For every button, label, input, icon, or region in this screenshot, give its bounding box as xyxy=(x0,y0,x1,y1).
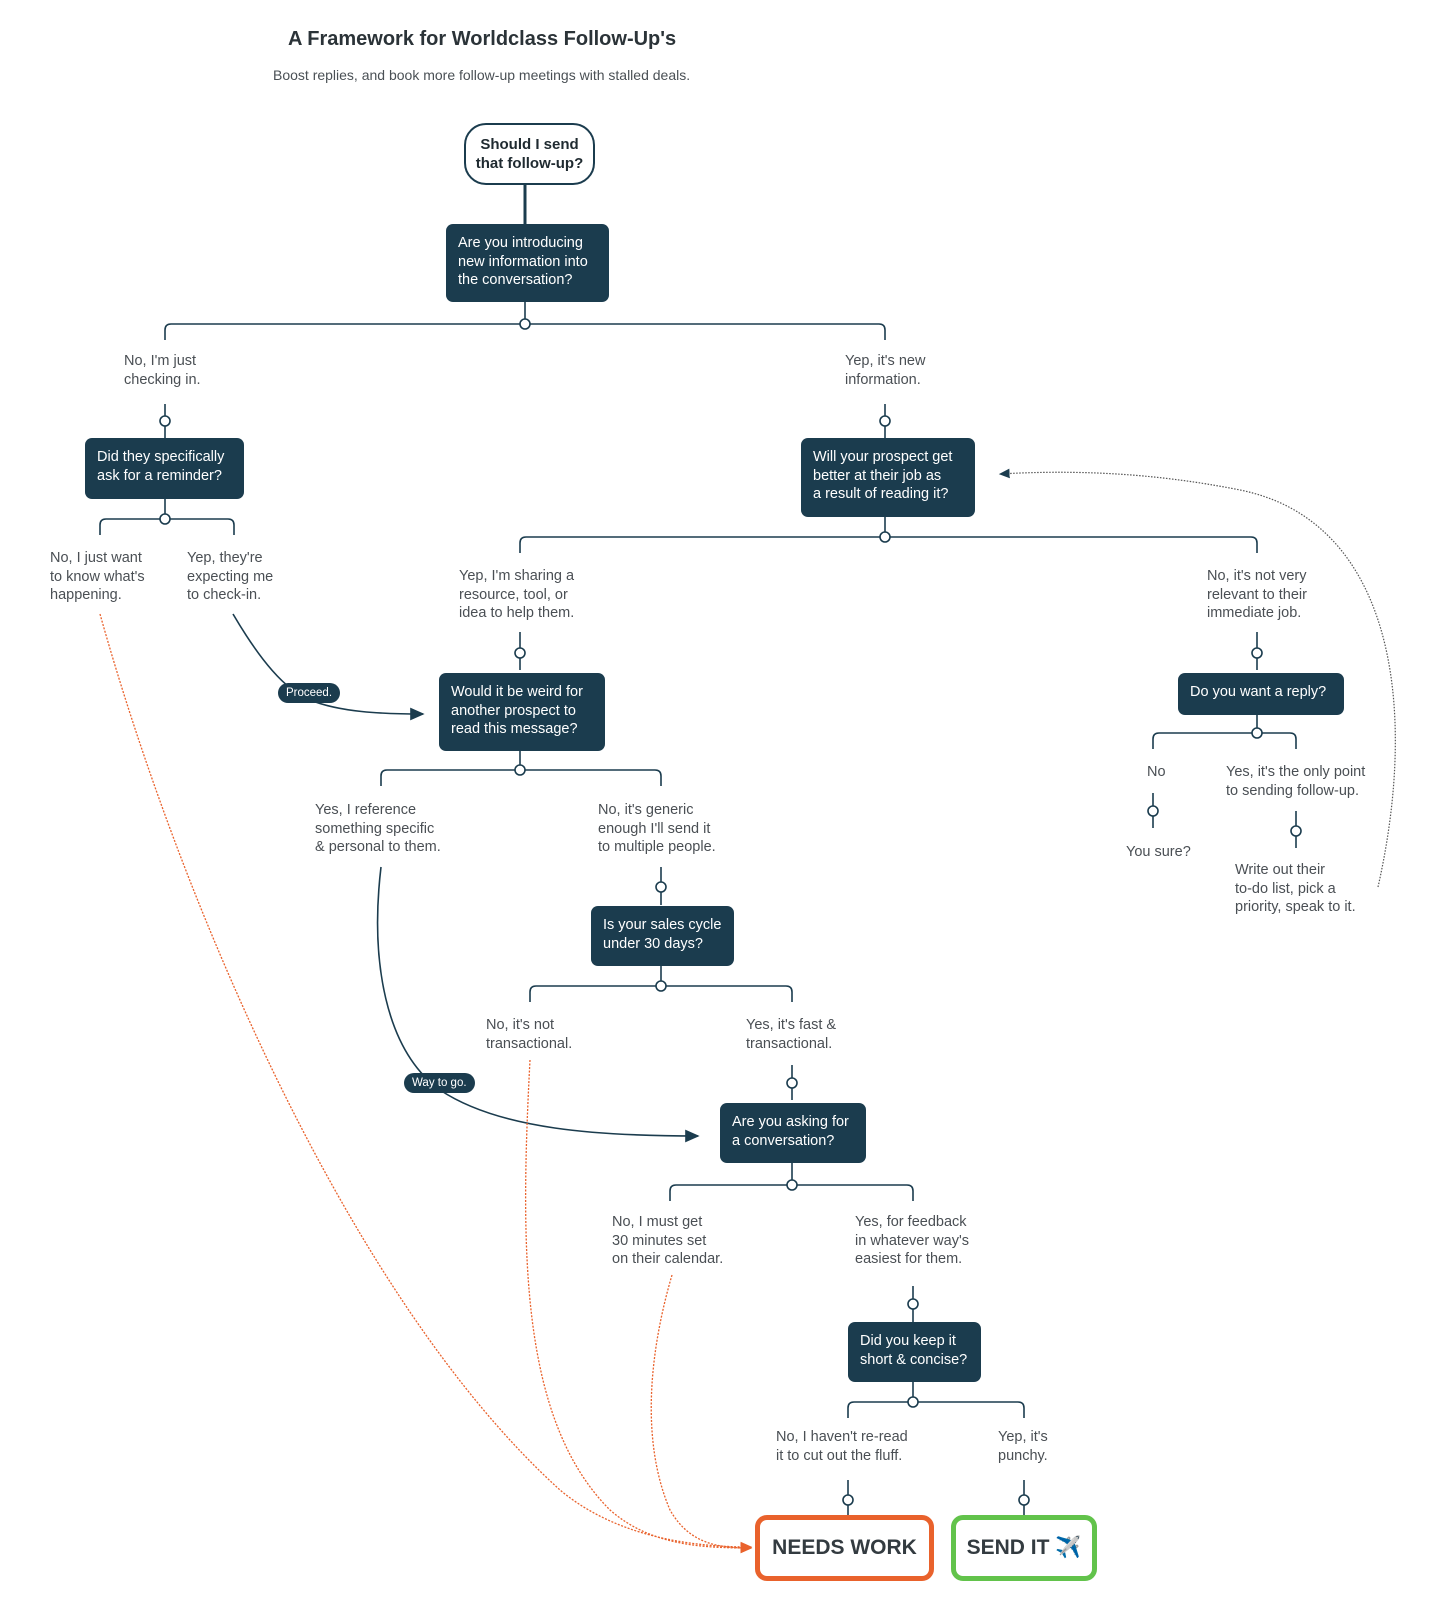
answer-q1-yes: Yep, it's new information. xyxy=(845,353,926,388)
question-short-concise: Did you keep it short & concise? xyxy=(848,1322,981,1382)
junction-q6-in xyxy=(655,881,667,893)
branch-q5 xyxy=(1152,732,1297,749)
outcome-needs-work: NEEDS WORK xyxy=(755,1515,934,1581)
connector-label-proceed: Proceed. xyxy=(278,683,341,703)
connector-label-way-to-go: Way to go. xyxy=(404,1073,475,1093)
answer-q5-yes: Yes, it's the only point to sending foll… xyxy=(1226,764,1366,799)
junction-q4 xyxy=(514,764,526,776)
answer-q1-no: No, I'm just checking in. xyxy=(124,353,201,388)
junction-q8-in xyxy=(907,1298,919,1310)
answer-q4-no: No, it's generic enough I'll send it to … xyxy=(598,802,716,855)
junction-q5-yes xyxy=(1290,825,1302,837)
outcome-send-it: SEND IT ✈️ xyxy=(951,1515,1097,1581)
question-weird-for-another: Would it be weird for another prospect t… xyxy=(439,673,605,751)
answer-q7-no: No, I must get 30 minutes set on their c… xyxy=(612,1214,724,1267)
question-better-at-job: Will your prospect get better at their j… xyxy=(801,438,975,517)
junction-q8 xyxy=(907,1396,919,1408)
answer-q2-yes: Yep, they're expecting me to check-in. xyxy=(187,550,274,603)
question-new-information: Are you introducing new information into… xyxy=(446,224,609,302)
outcome-send-it-label: SEND IT ✈️ xyxy=(966,1536,1082,1559)
answer-q2-no: No, I just want to know what's happening… xyxy=(50,550,145,603)
answer-q8-no: No, I haven't re-read it to cut out the … xyxy=(776,1429,908,1464)
junction-q5 xyxy=(1251,727,1263,739)
dotted-q6no-needswork xyxy=(524,1059,753,1554)
branch-q8 xyxy=(847,1401,1025,1418)
junction-needswork-in xyxy=(842,1494,854,1506)
start-node: Should I send that follow-up? xyxy=(464,123,595,185)
junction-q7-in xyxy=(786,1077,798,1089)
outcome-needs-work-label: NEEDS WORK xyxy=(772,1536,917,1559)
question-asked-for-reminder: Did they specifically ask for a reminder… xyxy=(85,438,244,499)
junction-q5-no xyxy=(1147,805,1159,817)
answer-q6-yes: Yes, it's fast & transactional. xyxy=(746,1017,837,1052)
answer-q5-no: No xyxy=(1147,764,1166,780)
answer-q8-yes: Yep, it's punchy. xyxy=(998,1429,1048,1464)
junction-q6 xyxy=(655,980,667,992)
flowchart-connectors xyxy=(99,183,1396,1554)
answer-q4-yes: Yes, I reference something specific & pe… xyxy=(315,802,441,855)
dotted-q7no-needswork xyxy=(650,1274,753,1554)
question-want-reply: Do you want a reply? xyxy=(1178,673,1344,715)
junction-q2-in xyxy=(159,415,171,427)
result-q5-no: You sure? xyxy=(1126,844,1191,860)
junction-q1 xyxy=(519,318,531,330)
junction-q5-in xyxy=(1251,647,1263,659)
junction-q7 xyxy=(786,1179,798,1191)
answer-q7-yes: Yes, for feedback in whatever way's easi… xyxy=(855,1214,969,1267)
question-asking-conversation: Are you asking for a conversation? xyxy=(720,1103,866,1163)
diagram-title: A Framework for Worldclass Follow-Up's xyxy=(288,28,677,50)
junction-q3 xyxy=(879,531,891,543)
question-sales-cycle: Is your sales cycle under 30 days? xyxy=(591,906,734,966)
junction-sendit-in xyxy=(1018,1494,1030,1506)
answer-q3-yes: Yep, I'm sharing a resource, tool, or id… xyxy=(459,568,575,621)
answer-q6-no: No, it's not transactional. xyxy=(486,1017,573,1052)
junction-q2 xyxy=(159,513,171,525)
result-q5-yes: Write out their to-do list, pick a prior… xyxy=(1235,862,1356,915)
junction-q3-in xyxy=(879,415,891,427)
junction-q4-in xyxy=(514,647,526,659)
answer-q3-no: No, it's not very relevant to their imme… xyxy=(1207,568,1307,621)
diagram-subtitle: Boost replies, and book more follow-up m… xyxy=(273,67,691,83)
